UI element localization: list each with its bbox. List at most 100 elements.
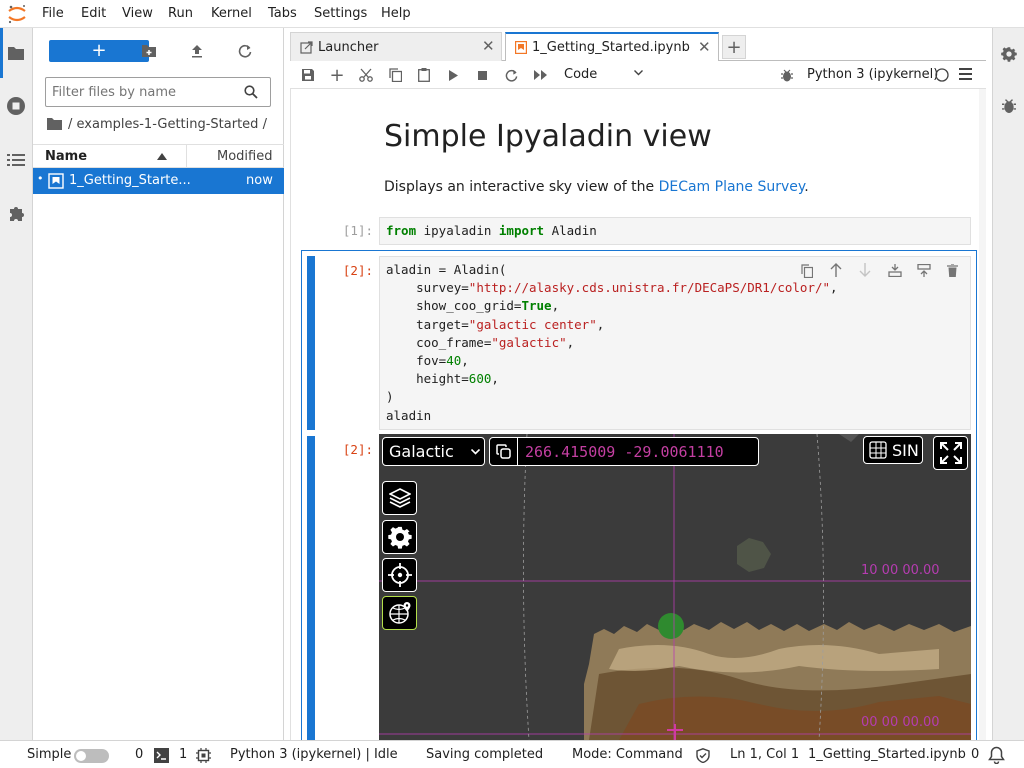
property-inspector-icon[interactable] <box>1001 46 1017 62</box>
terminal-count[interactable]: 0 <box>135 741 143 768</box>
cursor-position[interactable]: Ln 1, Col 1 <box>730 741 799 768</box>
new-launcher-button[interactable]: + <box>49 40 149 62</box>
restart-icon[interactable] <box>499 64 523 86</box>
settings-gear-icon[interactable] <box>382 520 417 554</box>
tab-launcher[interactable]: Launcher ✕ <box>290 32 502 61</box>
menu-tabs[interactable]: Tabs <box>268 0 297 28</box>
home-folder-icon[interactable] <box>47 117 62 130</box>
new-tab-button[interactable]: + <box>722 35 746 59</box>
copy-icon[interactable] <box>383 64 407 86</box>
notebook-toolbar: + Code Python 3 (ipykernel) <box>290 61 986 89</box>
trusted-shield-icon[interactable] <box>696 748 710 763</box>
fast-forward-icon[interactable] <box>528 64 552 86</box>
bell-icon[interactable] <box>988 746 1005 764</box>
decam-survey-link[interactable]: DECam Plane Survey <box>659 179 805 195</box>
description-suffix: . <box>804 179 809 195</box>
code-cell-2[interactable]: aladin = Aladin( survey="http://alasky.c… <box>379 256 971 430</box>
run-icon[interactable] <box>441 64 465 86</box>
insert-above-icon[interactable] <box>888 264 902 277</box>
sky-image[interactable] <box>379 434 971 740</box>
frame-value: Galactic <box>389 442 454 461</box>
column-name[interactable]: Name <box>45 149 87 164</box>
notebook-icon <box>48 173 64 189</box>
file-filter-input[interactable] <box>52 83 242 101</box>
kernel-status[interactable]: Python 3 (ipykernel) | Idle <box>230 741 398 768</box>
description-text: Displays an interactive sky view of the <box>384 179 659 195</box>
running-kernels-icon[interactable] <box>5 95 27 117</box>
search-icon <box>244 85 258 99</box>
close-icon[interactable]: ✕ <box>698 38 711 56</box>
sort-ascending-icon <box>157 153 167 160</box>
target-crosshair-icon[interactable] <box>382 558 417 592</box>
projection-button[interactable]: SIN <box>863 436 923 464</box>
menu-edit[interactable]: Edit <box>81 0 106 28</box>
save-icon[interactable] <box>296 64 320 86</box>
copy-coordinates-icon[interactable] <box>490 438 518 465</box>
move-down-icon[interactable] <box>859 263 871 277</box>
code-line: height=600, <box>386 371 499 387</box>
aladin-viewer[interactable]: 10 00 00.00 00 00 00.00 Galactic 266.415… <box>379 434 971 740</box>
menu-settings[interactable]: Settings <box>314 0 367 28</box>
import-name: Aladin <box>544 223 597 238</box>
menu-kernel[interactable]: Kernel <box>211 0 252 28</box>
file-row[interactable]: • 1_Getting_Starte... now <box>33 168 284 194</box>
stop-icon[interactable] <box>470 64 494 86</box>
duplicate-icon[interactable] <box>801 264 813 278</box>
upload-icon[interactable] <box>185 40 209 62</box>
insert-cell-icon[interactable]: + <box>325 64 349 86</box>
kernel-count[interactable]: 1 <box>179 741 187 768</box>
debugger-icon[interactable] <box>775 64 799 86</box>
grid-label: 00 00 00.00 <box>861 715 940 730</box>
breadcrumb-path[interactable]: / examples-1-Getting-Started / <box>68 117 267 132</box>
kernel-name[interactable]: Python 3 (ipykernel) <box>807 67 938 82</box>
jupyter-logo-icon[interactable] <box>6 3 28 25</box>
code-cell-1[interactable]: from ipyaladin import Aladin <box>379 217 971 245</box>
debugger-icon[interactable] <box>1002 98 1016 114</box>
close-icon[interactable]: ✕ <box>482 37 495 55</box>
folder-icon[interactable] <box>5 42 27 64</box>
file-filter-field[interactable] <box>45 77 271 107</box>
menu-view[interactable]: View <box>122 0 153 28</box>
extension-icon[interactable] <box>5 202 27 224</box>
new-folder-icon[interactable] <box>137 40 161 62</box>
code-line: show_coo_grid=True, <box>386 298 560 314</box>
delete-icon[interactable] <box>947 264 958 277</box>
tab-label: Launcher <box>318 39 379 55</box>
cell-collapser[interactable] <box>307 256 315 430</box>
output-collapser[interactable] <box>307 436 315 740</box>
insert-below-icon[interactable] <box>917 264 931 277</box>
fullscreen-icon[interactable] <box>933 436 968 470</box>
status-bar: Simple 0 1 Python 3 (ipykernel) | Idle S… <box>0 740 1024 768</box>
tab-label: 1_Getting_Started.ipynb <box>532 40 690 55</box>
refresh-icon[interactable] <box>233 40 257 62</box>
cell-type-select[interactable]: Code <box>564 67 644 85</box>
layers-icon[interactable] <box>382 481 417 515</box>
coordinates-box[interactable]: 266.415009 -29.0061110 <box>489 437 759 466</box>
menu-help[interactable]: Help <box>381 0 411 28</box>
simple-mode-toggle[interactable] <box>74 749 109 763</box>
menu-icon[interactable] <box>959 68 972 80</box>
code-line: aladin <box>386 407 432 423</box>
notebook-mode[interactable]: Mode: Command <box>572 741 683 768</box>
tab-notebook[interactable]: 1_Getting_Started.ipynb ✕ <box>505 32 719 62</box>
running-dot-icon: • <box>37 172 44 185</box>
globe-pin-icon[interactable] <box>382 596 417 630</box>
file-name[interactable]: 1_Getting_Starte... <box>69 173 191 188</box>
paste-icon[interactable] <box>412 64 436 86</box>
notification-count[interactable]: 0 <box>971 741 979 768</box>
move-up-icon[interactable] <box>830 263 842 277</box>
file-modified: now <box>246 173 273 188</box>
menu-file[interactable]: File <box>42 0 64 28</box>
cut-icon[interactable] <box>354 64 378 86</box>
menu-run[interactable]: Run <box>168 0 193 28</box>
table-of-contents-icon[interactable] <box>5 149 27 171</box>
column-modified[interactable]: Modified <box>217 149 272 164</box>
keyword-from: from <box>386 223 417 238</box>
notebook-scrollbar[interactable] <box>979 89 986 740</box>
column-divider <box>186 145 187 167</box>
chevron-down-icon <box>471 449 480 455</box>
projection-value: SIN <box>892 440 919 460</box>
frame-select[interactable]: Galactic <box>382 437 485 466</box>
simple-mode-label: Simple <box>27 747 72 762</box>
code-line: target="galactic center", <box>386 316 605 332</box>
